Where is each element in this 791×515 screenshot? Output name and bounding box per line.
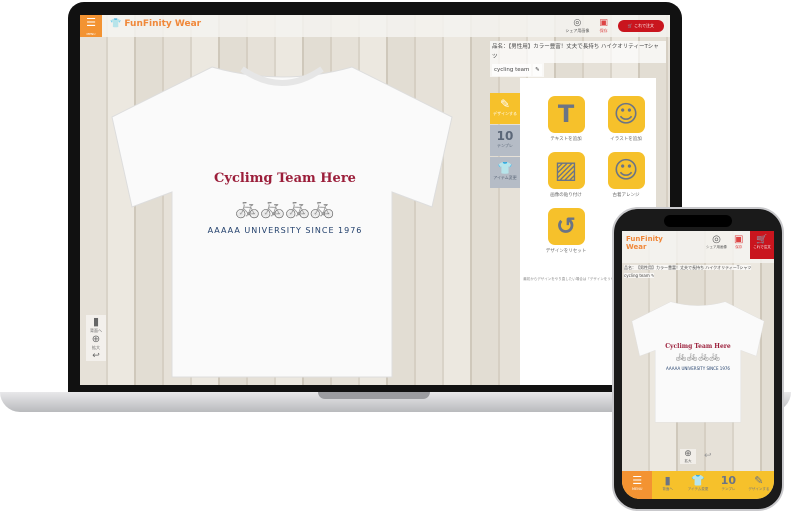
order-button[interactable]: 🛒 これで注文 xyxy=(617,20,664,32)
phone-logo[interactable]: FunFinity Wear xyxy=(626,235,676,251)
save-button[interactable]: ▣ 保存 xyxy=(599,18,608,34)
product-name: 品名：【男性用】カラー豊富！丈夫で長持ち ハイクオリティーTシャツ xyxy=(490,41,666,63)
reset-design-button[interactable]: ↺ デザインをリセット xyxy=(536,208,596,254)
save-icon: ▣ xyxy=(734,234,744,245)
design-name-text: cycling team xyxy=(624,273,650,278)
phone-item-change-button[interactable]: 👕 アイテム変更 xyxy=(683,471,713,499)
pencil-icon: ✎ xyxy=(754,474,764,487)
tshirt-back-icon: ▮ xyxy=(92,315,100,328)
menu-icon: ☰ xyxy=(632,474,643,487)
smiley-icon: ☺ xyxy=(607,96,645,133)
bar-label: MENU xyxy=(631,487,643,491)
tool-label: イラストを追加 xyxy=(610,137,642,142)
phone-template-button[interactable]: 10 テンプレ xyxy=(713,471,743,499)
bar-label: アイテム変更 xyxy=(687,487,709,491)
tab-template[interactable]: 10 テンプレ xyxy=(490,125,520,156)
phone-back-button[interactable]: ▮ 背面へ xyxy=(652,471,682,499)
zoom-label: 拡大 xyxy=(92,345,100,350)
order-button[interactable]: 🛒 これで注文 xyxy=(750,231,774,259)
add-illustration-button[interactable]: ☺ イラストを追加 xyxy=(596,96,656,142)
phone-bottom-bar: ☰ MENU ▮ 背面へ 👕 アイテム変更 10 テンプレ ✎ デザインする xyxy=(622,471,774,499)
save-label: 保存 xyxy=(599,28,608,33)
image-icon: ▨ xyxy=(547,152,585,189)
design-bicycles[interactable]: 🚲🚲🚲🚲 xyxy=(80,195,490,219)
tshirt-image xyxy=(111,66,453,378)
product-name: 品名：【男性用】カラー豊富！丈夫で長持ち ハイクオリティーTシャツ xyxy=(624,265,752,270)
template-10-icon: 10 xyxy=(720,474,737,487)
tab-label: アイテム変更 xyxy=(493,175,517,180)
logo-text: FunFinity Wear xyxy=(124,19,202,29)
undo-icon[interactable]: ↩ xyxy=(86,351,106,361)
tshirt-icon: 👕 xyxy=(497,161,513,175)
menu-button[interactable]: ☰ MENU xyxy=(80,15,102,37)
template-10-icon: 10 xyxy=(496,129,514,143)
cart-icon: 🛒 xyxy=(756,235,768,245)
reset-icon: ↺ xyxy=(547,208,585,245)
vintage-arrange-button[interactable]: ☺ 古着アレンジ xyxy=(596,152,656,198)
bar-label: テンプレ xyxy=(721,487,736,491)
tool-label: デザインをリセット xyxy=(545,249,587,254)
save-icon: ▣ xyxy=(599,18,608,28)
phone-screen: FunFinity Wear ◎ シェア用画像 ▣ 保存 🛒 これで注文 品名：【男性… xyxy=(622,231,774,499)
bar-label: デザインする xyxy=(748,487,770,491)
laptop-notch xyxy=(318,392,430,399)
zoom-button[interactable]: ⊕ 拡大 xyxy=(86,334,106,351)
save-button[interactable]: ▣ 保存 xyxy=(734,234,743,250)
design-bicycles[interactable]: 🚲🚲🚲🚲 xyxy=(622,352,774,362)
bar-label: 背面へ xyxy=(662,487,673,491)
tshirt-back-icon: ▮ xyxy=(664,474,671,487)
laptop-screen: ☰ MENU 👕 FunFinity Wear ◎ シェア用画像 ▣ 保存 🛒 これで… xyxy=(80,15,670,385)
add-text-button[interactable]: T テキストを追加 xyxy=(536,96,596,142)
instagram-icon: ◎ xyxy=(573,18,582,28)
tool-label: テキストを追加 xyxy=(550,137,582,142)
order-label: これで注文 xyxy=(753,245,771,249)
paste-image-button[interactable]: ▨ 画像の貼り付け xyxy=(536,152,596,198)
pencil-icon: ✎ xyxy=(499,97,511,111)
menu-label: MENU xyxy=(86,32,96,36)
order-label: これで注文 xyxy=(634,23,654,28)
tool-label: 古着アレンジ xyxy=(612,193,640,198)
share-image-button[interactable]: ◎ シェア用画像 xyxy=(706,234,727,250)
share-image-button[interactable]: ◎ シェア用画像 xyxy=(565,18,589,34)
smiley-icon: ☺ xyxy=(607,152,645,189)
instagram-icon: ◎ xyxy=(712,234,721,245)
design-text-line3[interactable]: AAAAA UNIVERSITY SINCE 1976 xyxy=(622,366,774,371)
phone-design-button[interactable]: ✎ デザインする xyxy=(744,471,774,499)
phone-mockup: FunFinity Wear ◎ シェア用画像 ▣ 保存 🛒 これで注文 品名：【男性… xyxy=(612,207,784,511)
share-label: シェア用画像 xyxy=(565,28,590,33)
logo[interactable]: 👕 FunFinity Wear xyxy=(110,19,201,29)
save-label: 保存 xyxy=(735,245,743,249)
tab-item-change[interactable]: 👕 アイテム変更 xyxy=(490,157,520,188)
phone-menu-button[interactable]: ☰ MENU xyxy=(622,471,653,499)
text-icon: T xyxy=(547,96,585,133)
cart-icon: 🛒 xyxy=(627,23,633,28)
phone-header: FunFinity Wear ◎ シェア用画像 ▣ 保存 🛒 これで注文 xyxy=(622,231,774,263)
zoom-in-icon: ⊕ xyxy=(91,334,101,345)
design-name-text: cycling team xyxy=(492,64,532,76)
design-name[interactable]: cycling team ✎ xyxy=(624,273,655,278)
design-text-line1[interactable]: Cyclimg Team Here xyxy=(80,171,490,186)
tab-design[interactable]: ✎ デザインする xyxy=(490,93,520,124)
zoom-button[interactable]: ⊕ 拡大 xyxy=(680,449,696,464)
design-text-line3[interactable]: AAAAA UNIVERSITY SINCE 1976 xyxy=(80,226,490,235)
tab-label: テンプレ xyxy=(497,143,513,148)
tab-label: デザインする xyxy=(493,111,517,116)
edit-icon: ✎ xyxy=(533,64,542,76)
back-button[interactable]: ▮ 背面へ xyxy=(86,315,106,334)
tool-label: 画像の貼り付け xyxy=(550,193,582,198)
tshirt-icon: 👕 xyxy=(691,474,705,487)
undo-icon[interactable]: ↩ xyxy=(704,451,712,461)
design-name[interactable]: cycling team ✎ xyxy=(490,63,544,77)
laptop-mockup: ☰ MENU 👕 FunFinity Wear ◎ シェア用画像 ▣ 保存 🛒 これで… xyxy=(68,2,682,394)
zoom-label: 拡大 xyxy=(684,459,692,463)
back-label: 背面へ xyxy=(90,328,102,333)
design-text-line1[interactable]: Cyclimg Team Here xyxy=(622,343,774,350)
header: ☰ MENU 👕 FunFinity Wear ◎ シェア用画像 ▣ 保存 🛒 これで… xyxy=(80,15,670,37)
tshirt-logo-icon: 👕 xyxy=(110,19,122,29)
zoom-in-icon: ⊕ xyxy=(684,449,692,459)
dynamic-island xyxy=(664,215,732,227)
share-label: シェア用画像 xyxy=(706,245,727,249)
